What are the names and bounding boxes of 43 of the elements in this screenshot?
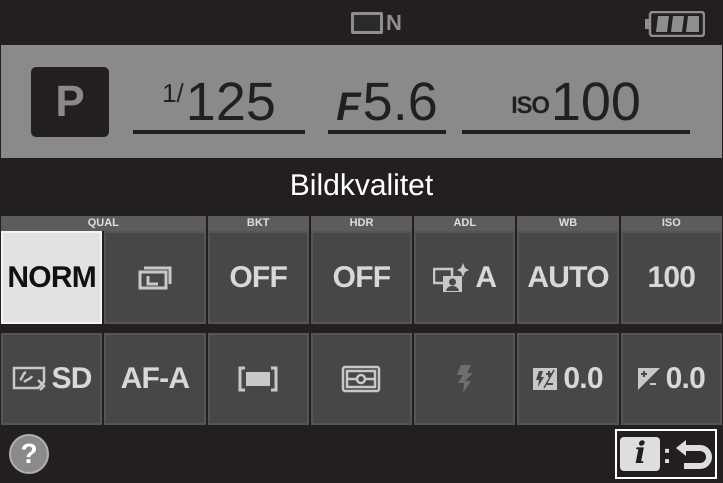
column-header: ADL [414,216,516,231]
lightning-icon [456,365,473,393]
mode-badge: P [31,66,109,136]
info-back-button[interactable]: i : [615,429,717,479]
column-header: BKT [208,216,309,231]
aperture-value: 5.6 [362,74,438,128]
card-icon [351,12,384,34]
setting-tile[interactable]: AUTO [517,231,619,324]
setting-tile[interactable]: 0.0 [517,333,619,425]
setting-tile[interactable] [310,333,412,425]
setting-tile[interactable]: 0.0 [620,333,722,425]
setting-tile[interactable]: SD [1,333,102,425]
setting-tile[interactable]: OFF [208,231,309,324]
setting-tile[interactable]: A [414,231,516,324]
release-mode-label: N [386,12,402,34]
f-stop-label: F [336,86,361,126]
image-size-icon [138,266,172,289]
portrait-sparkle-icon [433,262,470,292]
column-header: ISO [620,216,722,231]
shutter-fraction: 1/ [162,80,184,106]
column-header: WB [517,216,619,231]
setting-tile[interactable]: NORM [1,231,102,324]
setting-tile[interactable]: AF-A [104,333,206,425]
battery-icon [645,11,705,37]
help-button[interactable]: ? [9,434,49,474]
iso-value: 100 [550,74,641,128]
shutter-speed: 125 [186,74,276,128]
lightning-plus-minus-icon [533,368,558,390]
separator-label: : [662,440,672,468]
setting-tile[interactable]: OFF [310,231,412,324]
iso-label: ISO [511,94,549,118]
setting-tile[interactable] [414,333,516,425]
menu-title: Bildkvalitet [288,168,434,204]
setting-tile[interactable] [208,333,309,425]
metering-icon [342,366,381,392]
setting-tile[interactable] [104,231,206,324]
column-header: HDR [310,216,412,231]
bracket-frame-icon [238,366,278,392]
picture-frame-icon [12,366,45,392]
column-header: QUAL [1,216,206,231]
info-key-label: i [620,437,660,471]
setting-tile[interactable]: 100 [620,231,722,324]
return-arrow-icon [676,440,712,469]
